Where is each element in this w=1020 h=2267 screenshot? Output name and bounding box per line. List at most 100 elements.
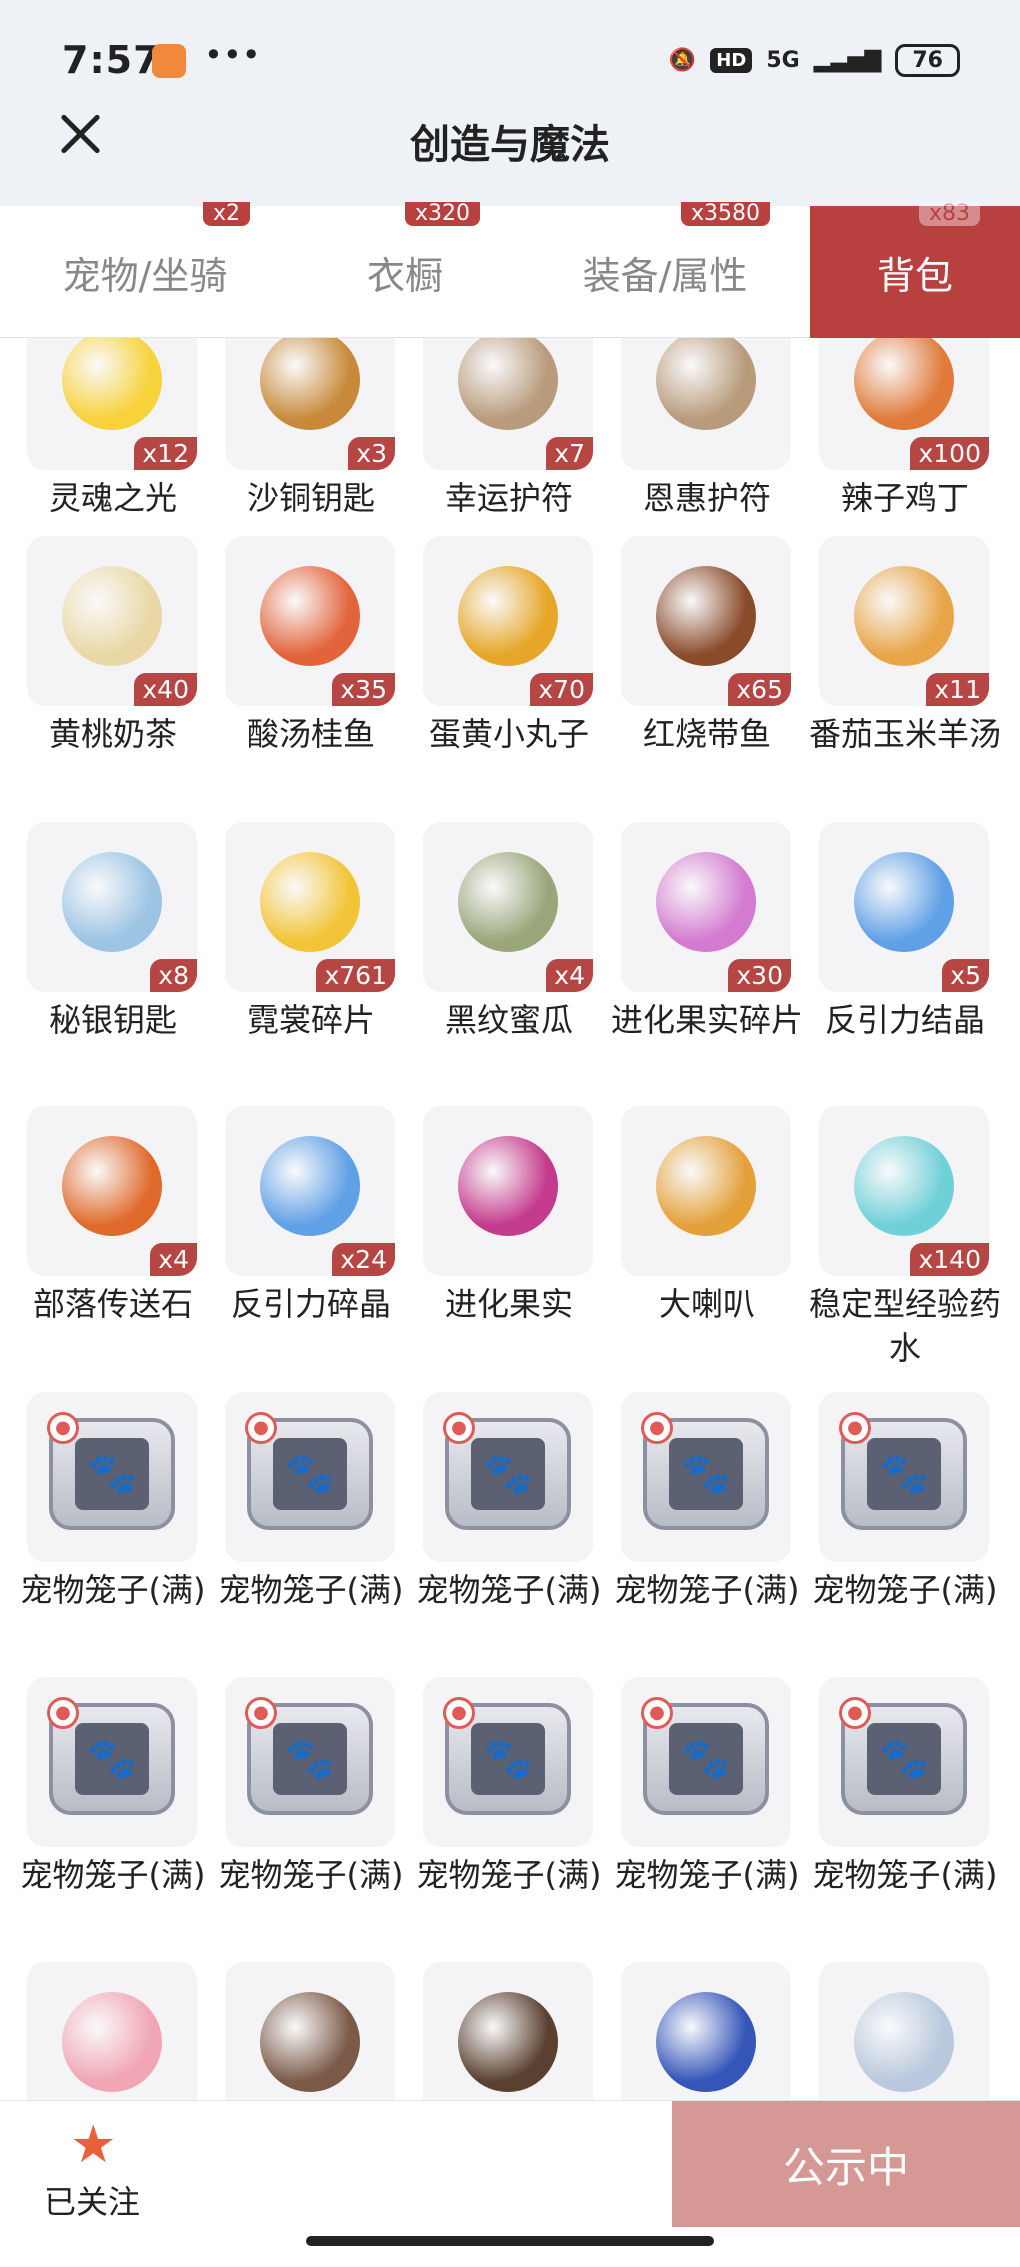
item-name: 反引力碎晶: [230, 1285, 391, 1323]
paw-icon: 🐾: [75, 1723, 149, 1795]
item-icon: [656, 1992, 756, 2092]
item-image: [819, 1962, 989, 2100]
item-icon: [62, 852, 162, 952]
item-image: x70: [423, 536, 593, 706]
item-name: 辣子鸡丁: [840, 479, 969, 517]
paw-icon: 🐾: [669, 1438, 743, 1510]
pet-badge-icon: ●: [443, 1412, 475, 1444]
item-name: 进化果实: [444, 1285, 573, 1323]
item-name: 宠物笼子(满): [218, 1571, 404, 1609]
item-name: 宠物笼子(满): [20, 1571, 206, 1609]
tab-label: 衣橱: [366, 253, 443, 298]
item-image: x100: [819, 338, 989, 470]
item-image: 🐾 ●: [621, 1677, 791, 1847]
item-image: [423, 1106, 593, 1276]
item-image: x24: [225, 1106, 395, 1276]
hd-badge: HD: [710, 48, 753, 73]
paw-icon: 🐾: [75, 1438, 149, 1510]
item-icon: [656, 566, 756, 666]
pet-badge-icon: ●: [245, 1697, 277, 1729]
item-quantity-badge: x30: [728, 959, 791, 992]
item-image: x30: [621, 822, 791, 992]
item-image: x3: [225, 338, 395, 470]
item-quantity-badge: x24: [332, 1243, 395, 1276]
item-icon: [260, 1136, 360, 1236]
item-image: [423, 1962, 593, 2100]
pet-badge-icon: ●: [47, 1412, 79, 1444]
item-quantity-badge: x761: [316, 959, 395, 992]
tab-wardrobe[interactable]: x320 衣橱: [290, 202, 520, 338]
item-name: 霓裳碎片: [246, 1001, 375, 1039]
item-quantity-badge: x4: [546, 959, 593, 992]
tab-count: x83: [918, 202, 980, 226]
star-icon[interactable]: ★: [70, 2115, 117, 2175]
item-quantity-badge: x11: [926, 673, 989, 706]
item-name: 宠物笼子(满): [416, 1856, 602, 1894]
pet-badge-icon: ●: [839, 1412, 871, 1444]
item-name: 黄桃奶茶: [48, 715, 177, 753]
status-time: 7:57: [62, 38, 161, 82]
item-image: x7: [423, 338, 593, 470]
follow-label[interactable]: 已关注: [44, 2177, 140, 2223]
item-name: 灵魂之光: [48, 479, 177, 517]
item-icon: [62, 566, 162, 666]
item-quantity-badge: x7: [546, 437, 593, 470]
item-name: 恩惠护符: [642, 479, 771, 517]
item-image: [621, 1962, 791, 2100]
item-image: 🐾 ●: [27, 1677, 197, 1847]
item-image: 🐾 ●: [621, 1392, 791, 1562]
item-name: 蛋黄小丸子: [428, 715, 589, 753]
tab-label: 背包: [876, 253, 953, 298]
tab-count: x3580: [680, 202, 770, 226]
more-notifications-icon: •••: [204, 36, 261, 74]
item-image: x140: [819, 1106, 989, 1276]
tab-label: 宠物/坐骑: [62, 253, 228, 298]
item-icon: [854, 852, 954, 952]
item-name: 秘银钥匙: [48, 1001, 177, 1039]
signal-icon: ▂▃▅▇: [813, 48, 882, 73]
item-icon: [458, 566, 558, 666]
tab-label: 装备/属性: [582, 253, 748, 298]
item-image: x761: [225, 822, 395, 992]
item-name: 进化果实碎片: [610, 1001, 803, 1039]
item-quantity-badge: x4: [150, 1243, 197, 1276]
item-icon: [62, 338, 162, 430]
home-indicator: [306, 2236, 714, 2246]
item-icon: [260, 1992, 360, 2092]
item-icon: [854, 566, 954, 666]
paw-icon: 🐾: [669, 1723, 743, 1795]
item-image: 🐾 ●: [423, 1677, 593, 1847]
item-name: 宠物笼子(满): [614, 1856, 800, 1894]
item-icon: [260, 852, 360, 952]
item-image: 🐾 ●: [27, 1392, 197, 1562]
app-notification-icon: [152, 44, 186, 78]
item-image: x5: [819, 822, 989, 992]
category-tabs: x2 宠物/坐骑 x320 衣橱 x3580 装备/属性 x83 背包: [0, 202, 1020, 338]
item-image: x8: [27, 822, 197, 992]
item-image: x11: [819, 536, 989, 706]
pet-badge-icon: ●: [47, 1697, 79, 1729]
tab-equipment[interactable]: x3580 装备/属性: [520, 202, 810, 338]
item-name: 宠物笼子(满): [812, 1571, 998, 1609]
item-image: x35: [225, 536, 395, 706]
item-image: 🐾 ●: [225, 1677, 395, 1847]
pet-badge-icon: ●: [839, 1697, 871, 1729]
mute-icon: 🔕: [668, 48, 697, 73]
item-icon: [854, 338, 954, 430]
tab-count: x2: [202, 202, 250, 226]
tab-pets-mounts[interactable]: x2 宠物/坐骑: [0, 202, 290, 338]
tab-backpack[interactable]: x83 背包: [810, 202, 1020, 338]
item-image: x12: [27, 338, 197, 470]
item-name: 反引力结晶: [824, 1001, 985, 1039]
item-icon: [656, 1136, 756, 1236]
public-status-button[interactable]: 公示中: [672, 2101, 1020, 2227]
item-icon: [62, 1992, 162, 2092]
item-image: [27, 1962, 197, 2100]
pet-badge-icon: ●: [443, 1697, 475, 1729]
item-icon: [260, 338, 360, 430]
item-name: 大喇叭: [658, 1285, 755, 1323]
item-grid: x12 灵魂之光 x3 沙铜钥匙 x7 幸运护符 恩惠护符 x100 辣子鸡丁 x40 黄桃奶茶 x3…: [0, 338, 1020, 2100]
item-image: x4: [423, 822, 593, 992]
item-icon: [458, 338, 558, 430]
paw-icon: 🐾: [867, 1438, 941, 1510]
